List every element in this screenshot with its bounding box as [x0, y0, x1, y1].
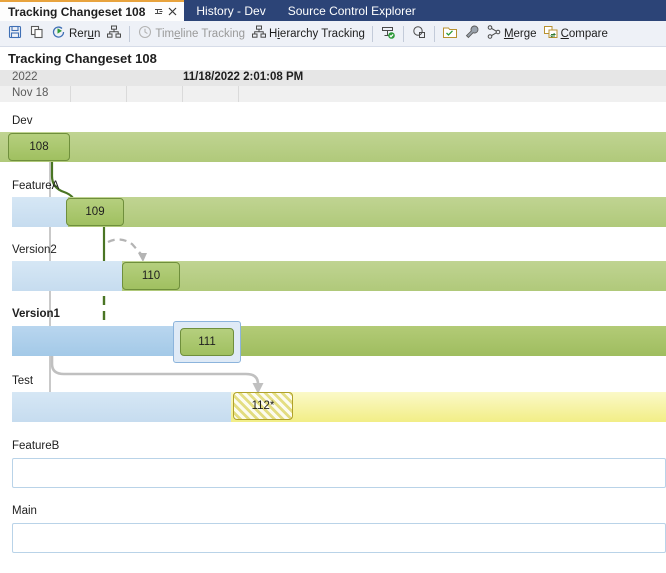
branch-label-dev: Dev — [12, 115, 33, 127]
tab-strip: Tracking Changeset 108 History - Dev Sou… — [0, 0, 666, 21]
rerun-icon — [51, 24, 67, 43]
toolbar-separator — [433, 25, 435, 42]
compare-icon — [543, 24, 559, 43]
group-icon — [411, 24, 427, 43]
branch-label-featurea: FeatureA — [12, 180, 60, 192]
branch-hierarchy-button[interactable] — [103, 23, 125, 45]
merge-arrow-110 — [107, 238, 142, 255]
timeline-day-row: Nov 18 — [0, 86, 666, 102]
tab-source-control-explorer[interactable]: Source Control Explorer — [277, 0, 426, 21]
changeset-node-112[interactable]: 112* — [233, 392, 293, 420]
branch-label-version1: Version1 — [12, 308, 60, 320]
hierarchy-tracking-button[interactable]: Hierarchy Tracking — [248, 23, 368, 45]
branch-bar-dev[interactable] — [0, 132, 666, 162]
changeset-node-108[interactable]: 108 — [8, 133, 70, 161]
group-changes-button[interactable] — [408, 23, 430, 45]
clock-icon — [137, 24, 153, 43]
branch-bar-version2[interactable] — [12, 261, 122, 291]
wrench-icon — [464, 24, 480, 43]
merge-button[interactable]: Merge — [483, 23, 540, 45]
toolbar-separator — [371, 25, 373, 42]
mark-complete-button[interactable] — [377, 23, 399, 45]
branch-bar-version1-1[interactable] — [232, 326, 666, 356]
compare-label: Compare — [560, 27, 608, 40]
branch-label-test: Test — [12, 375, 34, 387]
changeset-node-109[interactable]: 109 — [66, 198, 124, 226]
hierarchy-tracking-label: Hierarchy Tracking — [269, 27, 365, 40]
timeline-day: Nov 18 — [12, 87, 49, 99]
branch-bar-test[interactable] — [12, 392, 231, 422]
branch-label-main: Main — [12, 505, 37, 517]
toolbar-separator — [129, 25, 131, 42]
timeline-tick — [238, 86, 239, 102]
check-badge-icon — [380, 24, 396, 43]
timeline-tracking-label: Timeline Tracking — [155, 27, 246, 40]
branch-bar-test-1[interactable] — [231, 392, 666, 422]
branch-graph[interactable]: Dev FeatureA Version2 Version1 Test FeatureB M… — [0, 102, 666, 573]
timeline-tick — [70, 86, 71, 102]
merge-label: Merge — [503, 27, 537, 40]
tab-tracking-changeset-108[interactable]: Tracking Changeset 108 — [0, 0, 185, 22]
timeline-year-row: 2022 11/18/2022 2:01:08 PM — [0, 70, 666, 86]
copy-icon — [29, 24, 45, 43]
timeline-tracking-button[interactable]: Timeline Tracking — [134, 23, 248, 45]
folder-check-icon — [442, 24, 458, 43]
open-folder-button[interactable] — [439, 23, 461, 45]
settings-button[interactable] — [461, 23, 483, 45]
timeline-datetime: 11/18/2022 2:01:08 PM — [183, 71, 304, 83]
copy-button[interactable] — [26, 23, 48, 45]
page-title: Tracking Changeset 108 — [8, 51, 157, 66]
timeline-tick — [126, 86, 127, 102]
merge-icon — [486, 24, 502, 43]
toolbar-separator — [402, 25, 404, 42]
tab-label: Tracking Changeset 108 — [8, 4, 146, 19]
branch-bar-version2-1[interactable] — [122, 261, 666, 291]
branch-label-version2: Version2 — [12, 244, 57, 256]
timeline-header: 2022 11/18/2022 2:01:08 PM Nov 18 — [0, 70, 666, 102]
hierarchy-icon — [251, 24, 267, 43]
close-icon[interactable] — [165, 1, 179, 22]
toolbar: Rerun Timeline Tracking Hierarchy Tracki… — [0, 21, 666, 47]
branch-bar-featurea[interactable] — [12, 197, 68, 227]
timeline-tick — [182, 86, 183, 102]
tracking-changeset-window: Tracking Changeset 108 History - Dev Sou… — [0, 0, 666, 573]
rerun-label: Rerun — [69, 27, 101, 40]
branch-bar-featureb[interactable] — [12, 458, 666, 488]
timeline-year: 2022 — [12, 71, 38, 83]
branch-label-featureb: FeatureB — [12, 440, 60, 452]
changeset-node-110[interactable]: 110 — [122, 262, 180, 290]
branch-bar-featurea-1[interactable] — [68, 197, 666, 227]
tab-label: Source Control Explorer — [287, 3, 416, 18]
branch-bar-main[interactable] — [12, 523, 666, 553]
changeset-node-111[interactable]: 111 — [180, 328, 234, 356]
save-icon — [7, 24, 23, 43]
pin-icon[interactable] — [151, 1, 165, 22]
save-button[interactable] — [4, 23, 26, 45]
compare-button[interactable]: Compare — [540, 23, 611, 45]
tab-label: History - Dev — [196, 3, 266, 18]
hierarchy-icon — [106, 24, 122, 43]
rerun-button[interactable]: Rerun — [48, 23, 103, 45]
tab-history-dev[interactable]: History - Dev — [186, 0, 276, 21]
